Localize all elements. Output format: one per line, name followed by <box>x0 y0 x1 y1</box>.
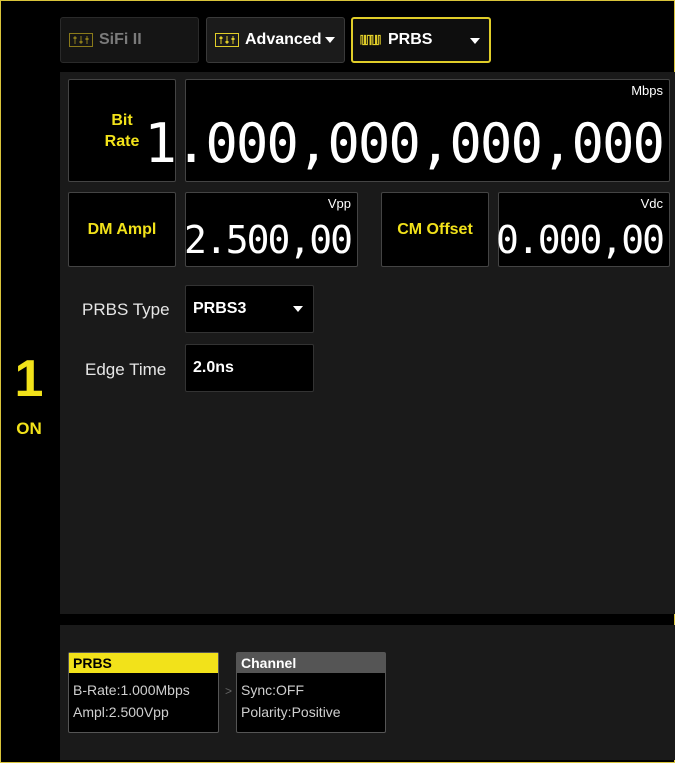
channel-summary-card[interactable]: Channel Sync:OFF Polarity:Positive <box>236 652 386 733</box>
channel-state: ON <box>16 419 42 438</box>
tab-advanced[interactable]: Advanced <box>206 17 345 63</box>
prbs-card-ampl: Ampl:2.500Vpp <box>73 704 169 720</box>
tab-sifi[interactable]: SiFi II <box>60 17 199 63</box>
cm-offset-value: 0.000,00 <box>495 218 665 262</box>
chevron-down-icon <box>325 37 336 43</box>
channel-card-title: Channel <box>237 653 385 673</box>
prbs-card-bitrate: B-Rate:1.000Mbps <box>73 682 190 698</box>
prbs-card-title: PRBS <box>69 653 218 673</box>
cm-offset-label: CM Offset <box>397 220 473 238</box>
edge-time-input[interactable]: 2.0ns <box>185 344 314 392</box>
cm-offset-unit: Vdc <box>640 196 663 211</box>
tab-sifi-label: SiFi II <box>99 31 142 48</box>
dm-ampl-value: 2.500,00 <box>183 218 353 262</box>
bit-rate-label-line1: Bit <box>111 111 133 129</box>
chevron-right-icon: > <box>225 684 233 698</box>
bit-rate-display[interactable]: Mbps 1.000,000,000,000 <box>144 79 670 182</box>
prbs-type-dropdown[interactable]: PRBS3 <box>185 285 314 333</box>
chevron-down-icon <box>293 306 303 312</box>
waveform-settings-icon <box>69 33 93 47</box>
dm-ampl-button[interactable]: DM Ampl <box>68 192 176 267</box>
tab-prbs[interactable]: PRBS <box>351 17 491 63</box>
bit-rate-unit: Mbps <box>631 83 663 98</box>
edge-time-label: Edge Time <box>85 360 167 379</box>
channel-card-polarity: Polarity:Positive <box>241 704 341 720</box>
bit-rate-value: 1.000,000,000,000 <box>144 112 665 175</box>
dm-ampl-unit: Vpp <box>327 196 351 211</box>
sliders-icon <box>215 33 239 47</box>
tab-prbs-label: PRBS <box>388 31 433 48</box>
edge-time-value: 2.0ns <box>193 359 234 376</box>
prbs-type-label: PRBS Type <box>82 300 170 319</box>
cm-offset-display[interactable]: Vdc 0.000,00 <box>495 192 670 267</box>
prbs-summary-card[interactable]: PRBS B-Rate:1.000Mbps Ampl:2.500Vpp <box>68 652 219 733</box>
cm-offset-button[interactable]: CM Offset <box>381 192 489 267</box>
channel-card-sync: Sync:OFF <box>241 682 305 698</box>
dm-ampl-label: DM Ampl <box>87 220 157 238</box>
prbs-waveform-icon <box>360 34 381 46</box>
channel-strip[interactable]: 1 ON <box>1 1 51 761</box>
dm-ampl-display[interactable]: Vpp 2.500,00 <box>183 192 358 267</box>
chevron-down-icon <box>470 38 480 44</box>
channel-number: 1 <box>14 350 44 408</box>
bit-rate-label-line2: Rate <box>104 132 140 150</box>
prbs-type-value: PRBS3 <box>193 300 247 317</box>
tab-advanced-label: Advanced <box>245 31 322 48</box>
